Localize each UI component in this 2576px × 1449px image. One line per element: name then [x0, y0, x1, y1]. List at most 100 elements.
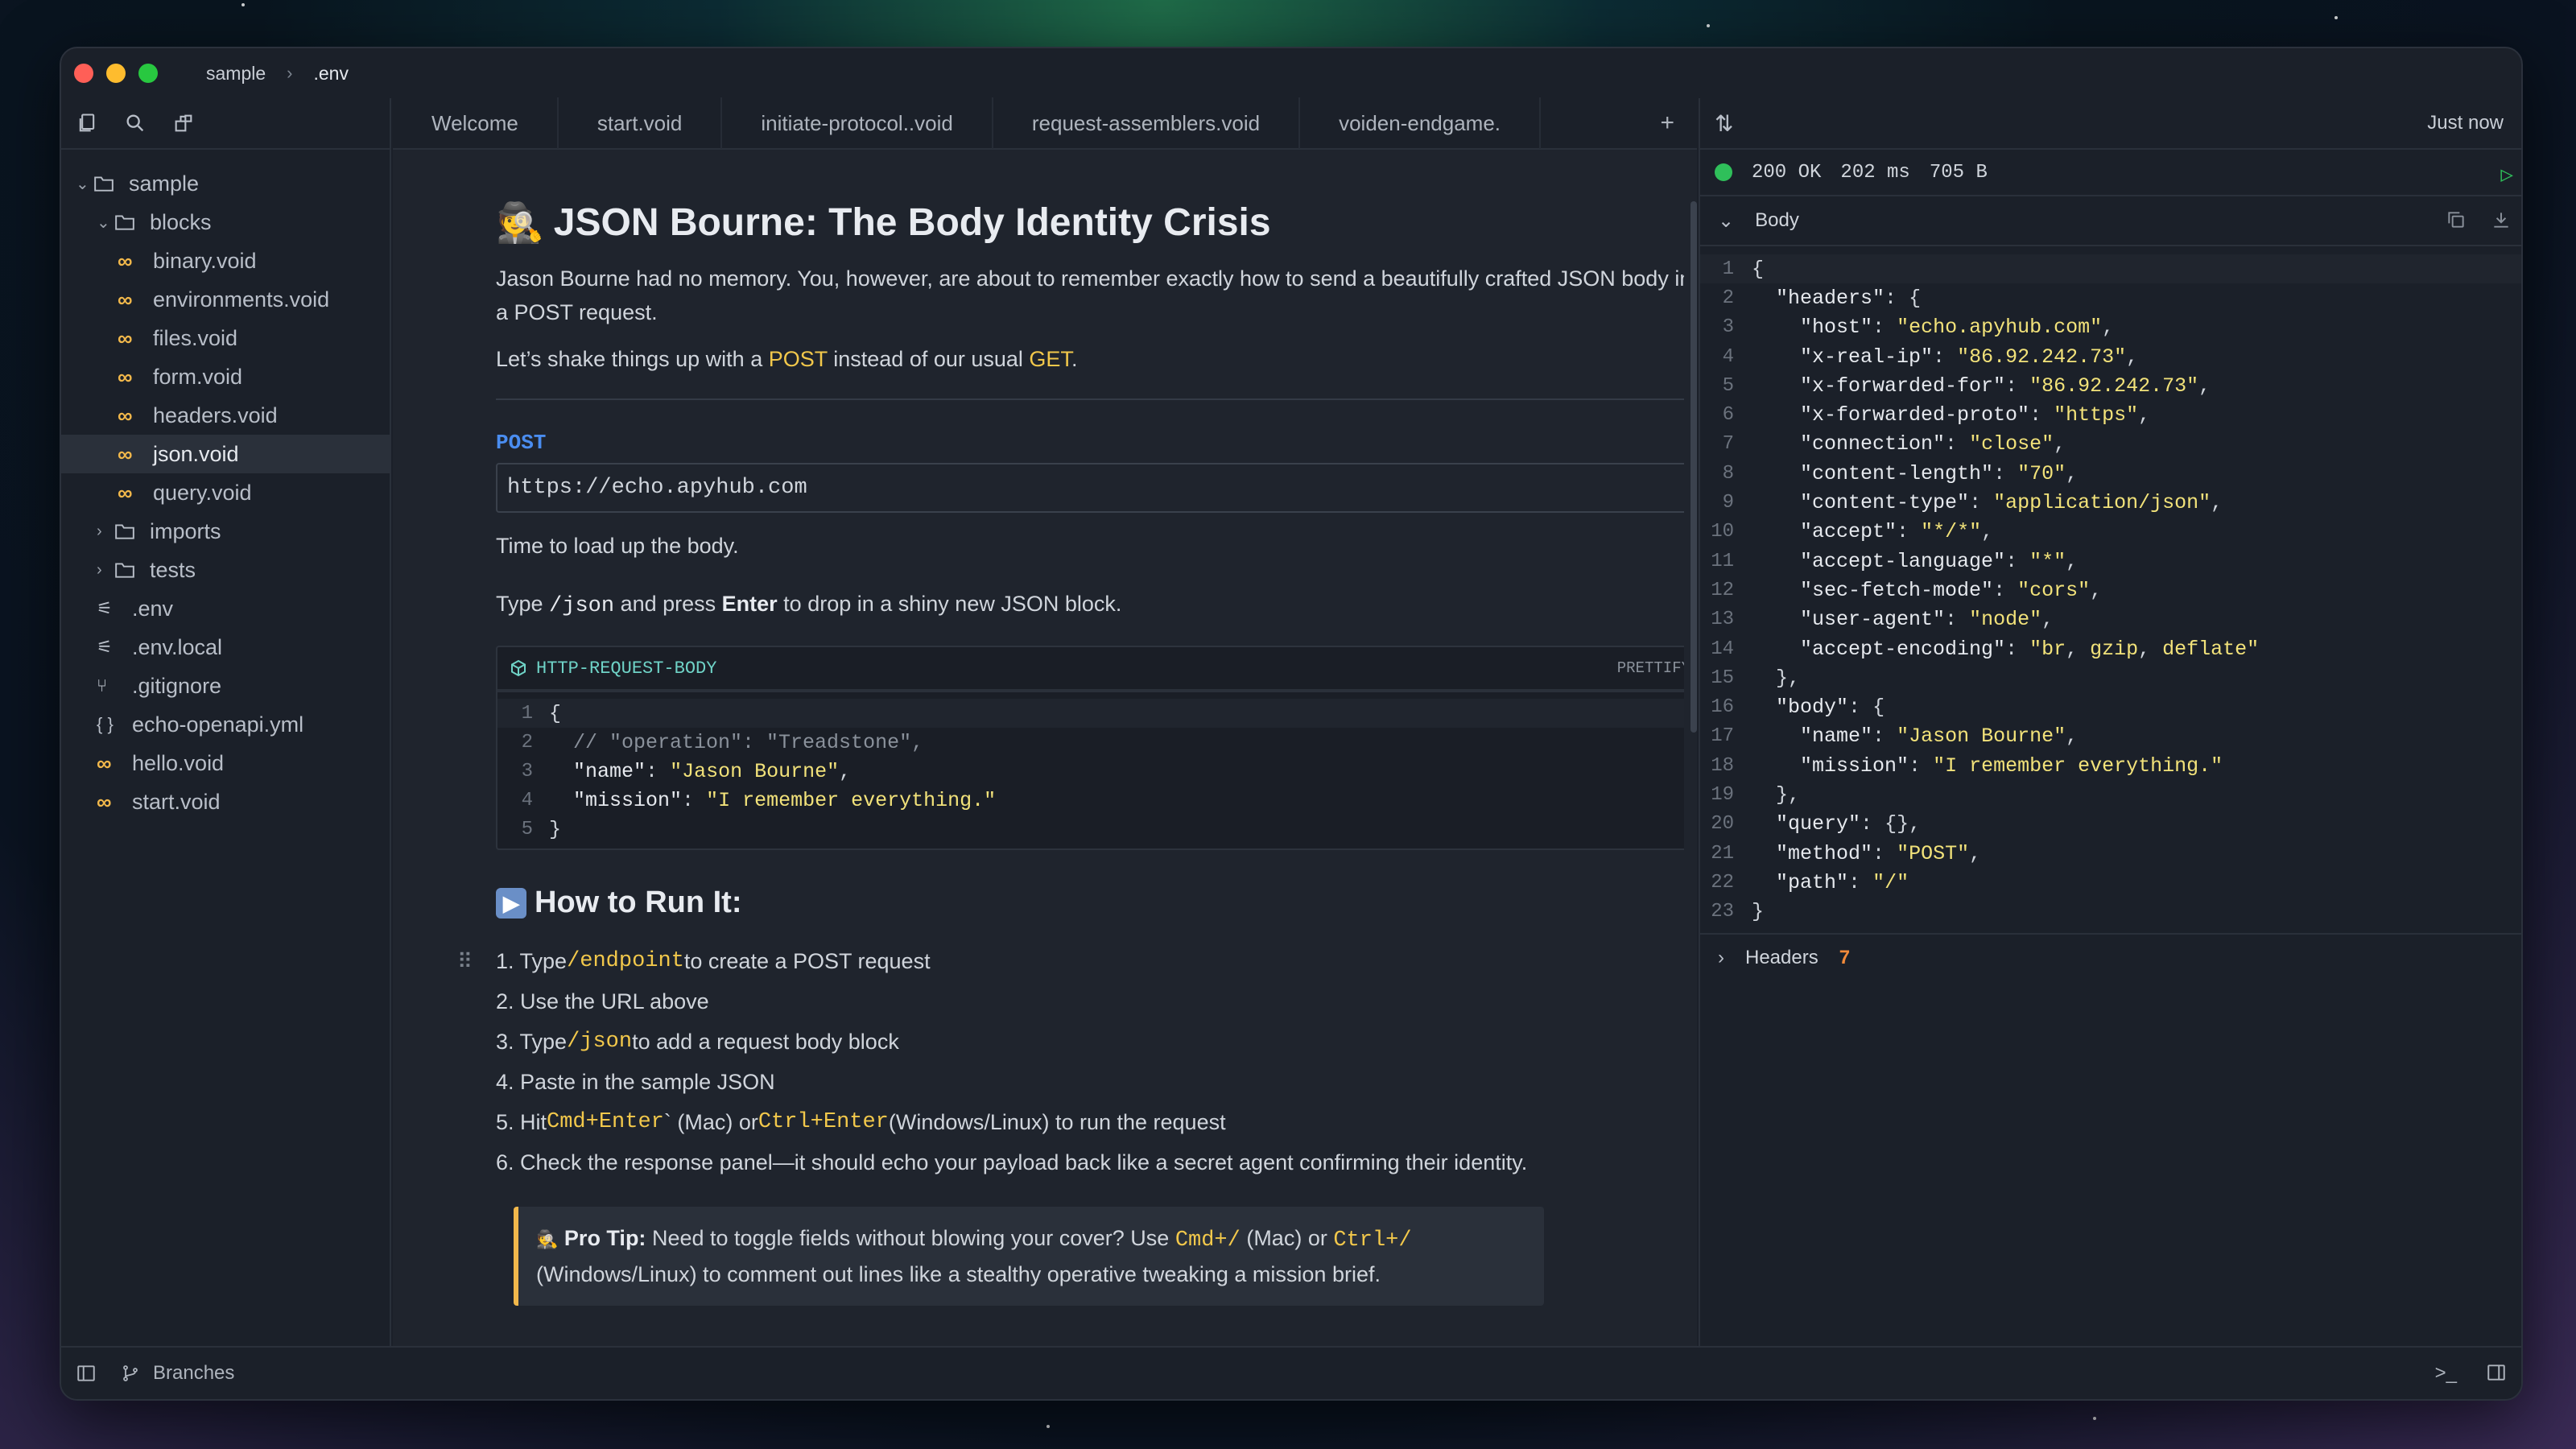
line-number: 4 — [1722, 345, 1734, 368]
tree-item-label: imports — [150, 518, 221, 543]
tree-item[interactable]: ∞ binary.void — [61, 242, 390, 280]
tree-item[interactable]: ∞ hello.void — [61, 744, 390, 782]
tree-item[interactable]: ⚟ .env.local — [61, 628, 390, 667]
minimize-window-button[interactable] — [106, 64, 126, 83]
close-window-button[interactable] — [74, 64, 93, 83]
line-number: 8 — [1722, 462, 1734, 485]
response-line: 12 "sec-fetch-mode": "cors", — [1700, 576, 2521, 605]
sidebar-toolbar — [61, 98, 390, 150]
tree-item[interactable]: ∞ form.void — [61, 357, 390, 396]
response-line: 6 "x-forwarded-proto": "https", — [1700, 400, 2521, 429]
code-text: "x-real-ip": "86.92.242.73", — [1800, 345, 2139, 369]
line-number: 11 — [1711, 550, 1734, 572]
step-item: ⠿ 1. Type /endpoint to create a POST requ… — [457, 948, 931, 974]
terminal-icon[interactable]: >_ — [2435, 1362, 2457, 1385]
tree-item[interactable]: ∞ json.void — [61, 435, 390, 473]
files-icon[interactable] — [76, 112, 98, 134]
response-size: 705 B — [1929, 161, 1988, 184]
tree-item[interactable]: ∞ headers.void — [61, 396, 390, 435]
app-window: sample › .env ⌄ sample ⌄ blocks ∞ binary.void… — [60, 47, 2523, 1401]
line-number: 18 — [1711, 754, 1734, 777]
prettify-button[interactable]: PRETTIFY — [1617, 659, 1684, 677]
copy-icon[interactable] — [2446, 209, 2467, 230]
response-body-viewer[interactable]: 1{2 "headers": {3 "host": "echo.apyhub.c… — [1700, 246, 2521, 927]
tree-item[interactable]: ∞ environments.void — [61, 280, 390, 319]
headers-label: Headers — [1745, 946, 1818, 968]
tree-item[interactable]: ∞ files.void — [61, 319, 390, 357]
chevron-right-icon[interactable]: › — [1718, 947, 1724, 969]
search-icon[interactable] — [124, 112, 147, 134]
branches-label[interactable]: Branches — [153, 1362, 234, 1385]
tree-item[interactable]: › imports — [61, 512, 390, 551]
code-text: } — [549, 817, 562, 841]
tree-item[interactable]: ∞ query.void — [61, 473, 390, 512]
drag-handle-icon[interactable]: ⠿ — [457, 949, 473, 974]
request-body-block[interactable]: HTTP-REQUEST-BODY PRETTIFY 1{2 // "opera… — [496, 646, 1684, 850]
tree-item[interactable]: { } echo-openapi.yml — [61, 705, 390, 744]
git-branch-icon — [123, 1365, 138, 1381]
env-file-icon: ⚟ — [97, 637, 113, 657]
tree-item-label: binary.void — [153, 248, 257, 273]
editor-scrollbar[interactable] — [1690, 201, 1697, 733]
swap-arrows-icon[interactable]: ⇅ — [1715, 110, 1733, 137]
response-time: 202 ms — [1840, 161, 1910, 184]
editor-tab[interactable]: Welcome — [393, 97, 559, 149]
response-panel: ⇅ Just now 200 OK 202 ms 705 B ▷ ⌄ Body … — [1699, 98, 2521, 1346]
play-icon[interactable]: ▷ — [2500, 163, 2513, 188]
tree-item-label: .env — [132, 596, 174, 621]
line-number: 19 — [1711, 783, 1734, 806]
new-tab-plus-icon[interactable]: + — [1660, 109, 1674, 137]
response-line: 14 "accept-encoding": "br, gzip, deflate… — [1700, 634, 2521, 663]
breadcrumb-project[interactable]: sample — [206, 63, 266, 85]
body-section-header[interactable]: ⌄ Body — [1700, 196, 2521, 246]
response-line: 8 "content-length": "70", — [1700, 459, 2521, 488]
chevron-down-icon: ⌄ — [76, 175, 89, 193]
editor-tab[interactable]: voiden-endgame. — [1300, 97, 1542, 149]
editor-tab[interactable]: request-assemblers.void — [993, 97, 1301, 149]
file-explorer-sidebar: ⌄ sample ⌄ blocks ∞ binary.void ∞ environments.… — [61, 98, 391, 1346]
request-body-editor[interactable]: 1{2 // "operation": "Treadstone", 3 "name… — [497, 692, 1684, 848]
request-method[interactable]: POST — [496, 431, 1684, 455]
response-line: 18 "mission": "I remember everything." — [1700, 751, 2521, 780]
response-line: 10 "accept": "*/*", — [1700, 518, 2521, 547]
line-number: 12 — [1711, 579, 1734, 601]
url-input[interactable]: https://echo.apyhub.com — [496, 463, 1684, 513]
code-text: "mission": "I remember everything." — [573, 788, 997, 812]
play-button-emoji-icon: ▶ — [496, 887, 526, 919]
tree-item[interactable]: › tests — [61, 551, 390, 589]
headers-section-header[interactable]: › Headers 7 — [1700, 932, 2521, 981]
body-section-label: Body — [1755, 209, 1799, 231]
detective-emoji-icon: 🕵 — [536, 1229, 559, 1249]
breadcrumb-file[interactable]: .env — [313, 63, 348, 85]
response-toolbar: ⇅ Just now — [1700, 98, 2521, 150]
tree-item-label: .gitignore — [132, 673, 222, 698]
panel-toggle-icon[interactable] — [2486, 1362, 2507, 1383]
line-number: 23 — [1711, 901, 1734, 923]
tree-item[interactable]: ⚟ .env — [61, 589, 390, 628]
maximize-window-button[interactable] — [138, 64, 158, 83]
tree-item-label: headers.void — [153, 402, 278, 427]
tree-item[interactable]: ⑂ .gitignore — [61, 667, 390, 705]
sidebar-toggle-icon[interactable] — [76, 1363, 97, 1384]
editor-tab[interactable]: start.void — [559, 97, 723, 149]
response-line: 9 "content-type": "application/json", — [1700, 488, 2521, 517]
tree-item-label: hello.void — [132, 750, 225, 775]
code-text: "x-forwarded-for": "86.92.242.73", — [1800, 374, 2211, 398]
line-number: 3 — [521, 760, 533, 782]
void-file-icon: ∞ — [97, 750, 112, 775]
tree-item[interactable]: ⌄ blocks — [61, 203, 390, 242]
tree-item[interactable]: ⌄ sample — [61, 164, 390, 203]
response-line: 23} — [1700, 898, 2521, 927]
step-item: 4. Paste in the sample JSON — [496, 1069, 775, 1094]
tree-item-label: start.void — [132, 789, 221, 814]
type-json-paragraph[interactable]: Type /json and press Enter to drop in a … — [496, 587, 1684, 623]
code-text: "connection": "close", — [1800, 432, 2066, 456]
env-file-icon: ⚟ — [97, 598, 113, 618]
response-line: 4 "x-real-ip": "86.92.242.73", — [1700, 342, 2521, 371]
download-icon[interactable] — [2491, 209, 2512, 230]
extensions-icon[interactable] — [172, 112, 195, 134]
chevron-down-icon[interactable]: ⌄ — [1718, 209, 1734, 233]
tree-item[interactable]: ∞ start.void — [61, 782, 390, 821]
code-text: "headers": { — [1776, 286, 1922, 310]
editor-tab[interactable]: initiate-protocol..void — [722, 97, 993, 149]
